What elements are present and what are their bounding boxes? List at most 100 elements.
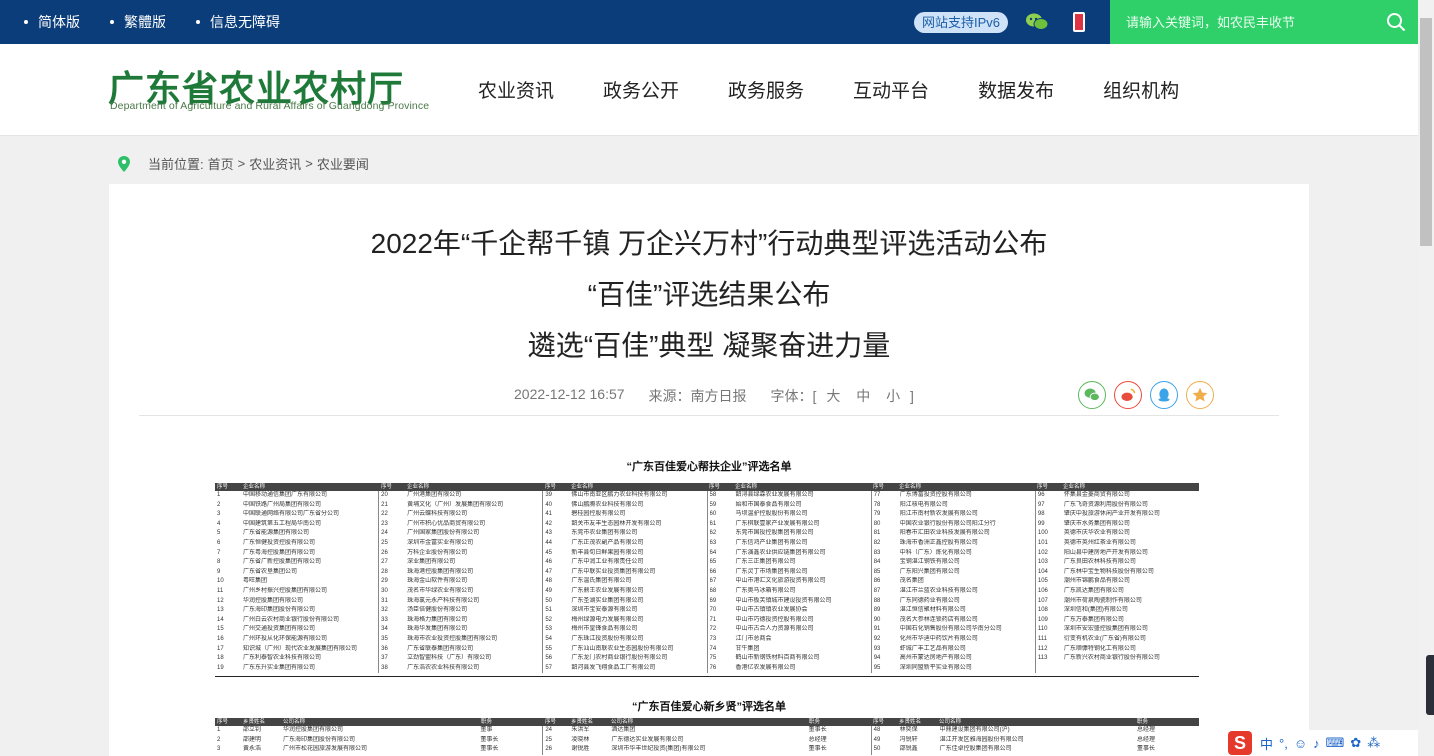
breadcrumb-agri-headlines[interactable]: 农业要闻 <box>317 154 369 173</box>
table-row: 93 虾城广丰工艺品有限公司 <box>873 645 966 652</box>
table-row: 46 广东中润工业有限责任公司 <box>545 559 644 566</box>
table-row: 53 梅州市皇锋食品有限公司 <box>545 626 638 633</box>
table-row: 24 广州国家集团股份有限公司 <box>381 530 480 537</box>
table-row: 29 珠海金山软件有限公司 <box>381 578 468 585</box>
font-big-button[interactable]: 大 <box>826 388 840 404</box>
table-row: 62 东莞市国投控股集团有限公司 <box>709 530 814 537</box>
nav-interaction[interactable]: 互动平台 <box>853 76 929 103</box>
mobile-icon[interactable] <box>1073 12 1085 32</box>
table-row: 48 广东温氏集团有限公司 <box>545 578 632 585</box>
table-row: 10 粤旺集团 <box>217 578 268 585</box>
table-row: 108 深圳信和(集团)有限公司 <box>1037 607 1128 614</box>
sogou-logo-icon[interactable]: S <box>1228 731 1252 755</box>
table-cell-group: 49 冯锐轩 湛江开发区雅海园股份有限公司 总经理 <box>873 736 1155 743</box>
search-icon[interactable] <box>1386 12 1406 32</box>
share-buttons <box>1078 381 1222 409</box>
ime-emoji-icon[interactable]: ☺ <box>1294 736 1307 751</box>
search-input[interactable] <box>1126 11 1376 33</box>
table-row: 79 阳江市南村新农发展有限公司 <box>873 511 978 518</box>
ime-keyboard-icon[interactable]: ⌨ <box>1326 735 1345 751</box>
table-row: 95 深圳同盟新平实业有限公司 <box>873 664 972 671</box>
ipv6-badge: 网站支持IPv6 <box>914 12 1009 33</box>
accessibility-link[interactable]: 信息无障碍 <box>196 12 280 32</box>
enterprise-table: 序号 企业名称 序号 企业名称 序号 企业名称 序号 企业名称 序号 企业名称 序号 企业名… <box>215 483 1199 677</box>
nav-data[interactable]: 数据发布 <box>978 76 1054 103</box>
table-row: 55 广东汕山南联农业生态园股份有限公司 <box>545 645 674 652</box>
table-row: 107 潮州市荷泉陶瓷制作有限公司 <box>1037 597 1142 604</box>
table-row: 38 广东浩农农业科技有限公司 <box>381 664 480 671</box>
villager-table: 序号 乡贤姓名 公司名称 职务 序号 乡贤姓名 公司名称 职务 序号 乡贤姓名 公司名称 职务 1… <box>215 718 1199 756</box>
table-row: 27 深业集团有限公司 <box>381 559 456 566</box>
share-qq-icon[interactable] <box>1150 381 1178 409</box>
share-weibo-icon[interactable] <box>1114 381 1142 409</box>
breadcrumb-agri-news[interactable]: 农业资讯 <box>249 154 301 173</box>
table-row: 94 高州市蒙达房地产有限公司 <box>873 655 972 662</box>
traditional-link[interactable]: 繁體版 <box>110 12 166 32</box>
table-row: 109 广东万泰集团有限公司 <box>1037 616 1124 623</box>
table-row: 34 珠海华发集团有限公司 <box>381 626 468 633</box>
table-cell-group: 3 黄永浩 广州市松花园旅游发展有限公司 董事长 <box>215 745 544 755</box>
ime-chinese-icon[interactable]: 中 <box>1260 734 1273 753</box>
table-row: 113 广东新兴农村商业银行股份有限公司 <box>1037 655 1160 662</box>
wechat-icon[interactable] <box>1025 12 1049 32</box>
table-row: 40 佛山鹏腾农业科技有限公司 <box>545 501 644 508</box>
table-column: 77 广东博富投资控股有限公司 78 阳江核电有限公司 79 阳江市南村新农发展有限公司 8… <box>872 491 1036 674</box>
table-row: 3 黄永浩 广州市松花园旅游发展有限公司 董事长 26 谢锐胜 深圳市华丰世纪投资(集团)有… <box>215 745 1199 755</box>
article-meta: 2022-12-12 16:57 来源：南方日报 字体：[ 大 中 小 ] <box>514 386 914 406</box>
table-row: 37 立劲智盟科技（广东）有限公司 <box>381 655 492 662</box>
nav-gov-open[interactable]: 政务公开 <box>603 76 679 103</box>
table-row: 7 广东粤海控股集团有限公司 <box>217 549 316 556</box>
breadcrumb-home[interactable]: 首页 <box>208 154 234 173</box>
table-row: 59 始和市国泰食品有限公司 <box>709 501 802 508</box>
table-row: 63 广东信鸿产业集团有限公司 <box>709 539 808 546</box>
table-row: 99 肇庆市水务集团有限公司 <box>1037 520 1130 527</box>
table-row: 101 英德市英州红茶业有限公司 <box>1037 539 1136 546</box>
table-row: 9 广东省农垦集团公司 <box>217 568 298 575</box>
font-size-controls: 字体：[ 大 中 小 ] <box>770 388 914 404</box>
breadcrumb-sep: > <box>305 156 313 171</box>
page-scrollbar[interactable] <box>1418 0 1434 756</box>
table-row: 69 中山市板芙镇城市建设投资有限公司 <box>709 597 832 604</box>
table-row: 43 东莞市农业集团有限公司 <box>545 530 638 537</box>
table-row: 56 广东龙门农村商业银行股份有限公司 <box>545 655 668 662</box>
table-row: 8 广东省广新控股集团有限公司 <box>217 559 322 566</box>
table-row: 50 广东圣湖实业集团有限公司 <box>545 597 644 604</box>
ime-mic-icon[interactable]: ♪ <box>1313 736 1320 751</box>
font-mid-button[interactable]: 中 <box>856 388 870 404</box>
table-row: 54 广东珠江投资股份有限公司 <box>545 635 644 642</box>
version-links: 简体版 繁體版 信息无障碍 <box>24 0 310 44</box>
table-row: 25 深圳市金富实业有限公司 <box>381 539 474 546</box>
table-row: 86 茂名集团 <box>873 578 924 585</box>
table-row: 64 广东演鑫农业供应链集团有限公司 <box>709 549 826 556</box>
table-row: 4 中国建筑第五工程局华南公司 <box>217 520 322 527</box>
ime-toolbar: S 中 °, ☺ ♪ ⌨ ✿ ⁂ <box>1228 730 1418 756</box>
nav-organization[interactable]: 组织机构 <box>1103 76 1179 103</box>
table-row: 23 广州市积心优品商贸有限公司 <box>381 520 486 527</box>
font-small-button[interactable]: 小 <box>886 388 900 404</box>
table-row: 76 香港亿农发展有限公司 <box>709 664 796 671</box>
table-row: 41 碧桂园控股有限公司 <box>545 511 626 518</box>
side-float-widget[interactable] <box>1426 655 1434 715</box>
bullet-icon <box>196 20 200 24</box>
table-row: 91 中国石化销售股份有限公司华南分公司 <box>873 626 1002 633</box>
table-row: 16 广州环投从化环保能源有限公司 <box>217 635 328 642</box>
share-favorite-icon[interactable] <box>1186 381 1214 409</box>
nav-gov-service[interactable]: 政务服务 <box>728 76 804 103</box>
ime-punct-icon[interactable]: °, <box>1279 736 1288 751</box>
ime-menu-icon[interactable]: ⁂ <box>1367 735 1380 751</box>
scrollbar-thumb[interactable] <box>1420 18 1432 246</box>
table-column: 39 佛山市南亚区鹏力农业科技有限公司 40 佛山鹏腾农业科技有限公司 41 碧桂园控股有… <box>543 491 708 674</box>
table-header: 序号 乡贤姓名 公司名称 职务 序号 乡贤姓名 公司名称 职务 序号 乡贤姓名 公司名称 职务 <box>215 718 1199 726</box>
nav-agri-news[interactable]: 农业资讯 <box>478 76 554 103</box>
table-row: 112 广东顺慷特钢化工有限公司 <box>1037 645 1136 652</box>
ime-skin-icon[interactable]: ✿ <box>1350 735 1361 751</box>
site-header: 广东省农业农村厅 Department of Agriculture and R… <box>0 44 1418 136</box>
table-row: 15 广州交通投资集团有限公司 <box>217 626 316 633</box>
table-row: 42 韶关市友丰生态园林开发有限公司 <box>545 520 662 527</box>
share-wechat-icon[interactable] <box>1078 381 1106 409</box>
article-panel: 2022年“千企帮千镇 万企兴万村”行动典型评选活动公布 “百佳”评选结果公布 … <box>109 184 1309 756</box>
table-columns: 1 中国移动通信集团广东有限公司 2 中国铁路广州局集团有限公司 3 中国联通网络有限公司… <box>215 491 1199 674</box>
table-row: 44 广东正茂农副产品有限公司 <box>545 539 644 546</box>
table-row: 100 英德市庆华农业有限公司 <box>1037 530 1130 537</box>
simplified-link[interactable]: 简体版 <box>24 12 80 32</box>
